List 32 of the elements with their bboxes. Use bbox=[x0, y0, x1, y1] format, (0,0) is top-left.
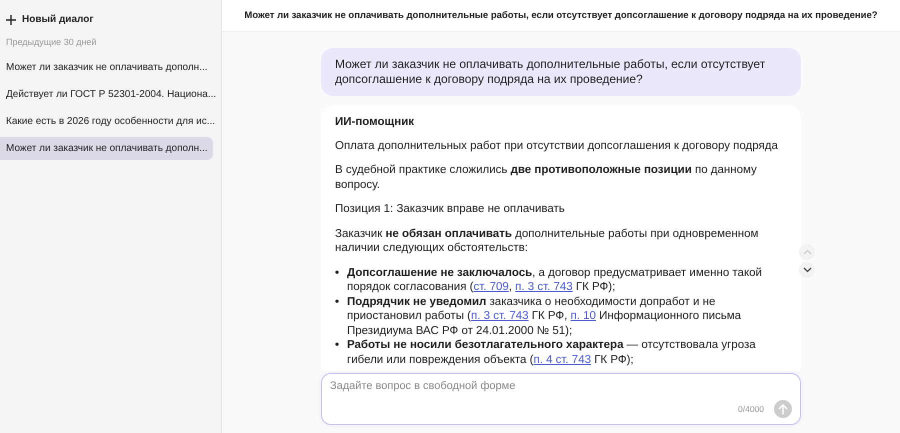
bullet-marker: • bbox=[335, 338, 340, 353]
law-link[interactable]: п. 3 ст. 743 bbox=[471, 310, 529, 322]
character-counter: 0/4000 bbox=[738, 404, 764, 414]
chat-history-item[interactable]: Какие есть в 2026 году особенности для ис... bbox=[0, 110, 213, 133]
chat-history-item[interactable]: Может ли заказчик не оплачивать дополн... bbox=[0, 137, 213, 160]
law-link[interactable]: п. 10 bbox=[570, 310, 596, 322]
answer-paragraph: В судебной практике сложились две противоположные позиции по данному вопросу. bbox=[335, 163, 758, 192]
user-message: Может ли заказчик не оплачивать дополнительные работы, если отсутствует допсоглашение к договору подряда на их проведение? bbox=[321, 48, 801, 96]
answer-bullet: Работы не носили безотлагательного характера — отсутствовала угроза гибели или повреждения объекта (п. 4 ст. 743 ГК РФ); bbox=[347, 338, 757, 367]
chevron-up-icon bbox=[802, 249, 812, 255]
answer-paragraph: Заказчик не обязан оплачивать дополнительные работы при одновременном наличии следующих обстоятельств: bbox=[335, 226, 760, 256]
section-label: Предыдущие 30 дней bbox=[5, 37, 98, 47]
answer-paragraph: Оплата дополнительных работ при отсутствии допсоглашения к договору подряда bbox=[335, 138, 779, 153]
question-input-field[interactable]: Задайте вопрос в свободной форме bbox=[330, 380, 792, 392]
arrow-up-icon bbox=[778, 404, 788, 414]
chat-history-item[interactable]: Действует ли ГОСТ Р 52301-2004. Национа... bbox=[0, 83, 213, 106]
answer-paragraph: Позиция 1: Заказчик вправе не оплачивать bbox=[335, 202, 566, 216]
scroll-down-button[interactable] bbox=[799, 262, 815, 278]
chevron-down-icon bbox=[802, 267, 812, 273]
law-link[interactable]: п. 3 ст. 743 bbox=[515, 281, 573, 293]
plus-icon bbox=[6, 14, 16, 24]
chat-history-item[interactable]: Может ли заказчик не оплачивать дополн... bbox=[0, 56, 213, 79]
chat-title: Может ли заказчик не оплачивать дополнительные работы, если отсутствует допсоглашение к договору подряда на их проведение? bbox=[222, 0, 900, 32]
answer-bullet: Подрядчик не уведомил заказчика о необходимости допработ и не приостановил работы (п. 3 ст. 743 ГК РФ, п. 10 Информационного письма Президиума ВАС РФ от 24.01.2000 № 51); bbox=[347, 294, 742, 338]
law-link[interactable]: п. 4 ст. 743 bbox=[533, 354, 591, 366]
new-dialog-button[interactable]: Новый диалог bbox=[0, 12, 100, 27]
law-link[interactable]: ст. 709 bbox=[473, 281, 509, 293]
bullet-marker: • bbox=[335, 266, 340, 280]
answer-bullet: Допсоглашение не заключалось, а договор предусматривает именно такой порядок согласования (ст. 709, п. 3 ст. 743 ГК РФ); bbox=[347, 266, 763, 294]
bullet-marker: • bbox=[335, 294, 340, 310]
send-button[interactable] bbox=[774, 400, 792, 418]
assistant-name: ИИ-помощник bbox=[335, 115, 416, 130]
